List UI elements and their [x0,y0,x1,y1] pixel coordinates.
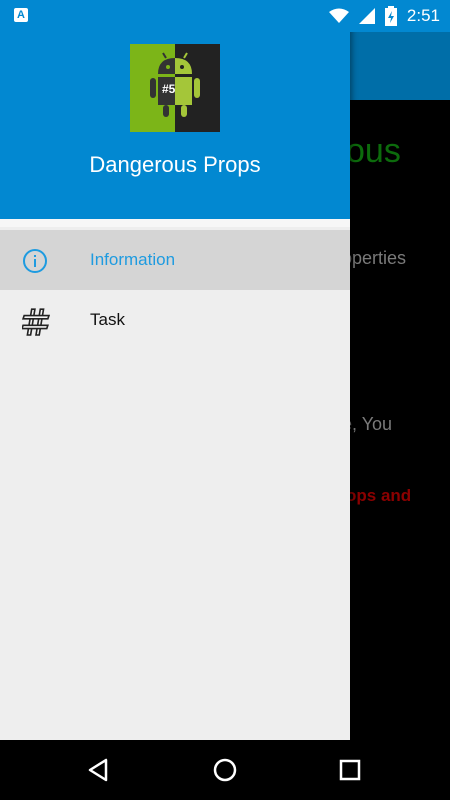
drawer-header: #5 Dangerous Props [0,32,350,219]
wifi-icon [328,8,349,23]
system-nav-bar [0,740,450,800]
recents-button[interactable] [337,757,363,783]
logo-badge-text: #5 [162,82,176,96]
app-logo: #5 [130,44,220,132]
back-button[interactable] [86,757,112,783]
background-title: ous [346,132,401,170]
battery-icon [384,6,397,26]
app-notification-icon: A [14,8,28,22]
menu-item-label: Task [90,310,125,329]
status-time: 2:51 [406,6,440,25]
navigation-drawer: #5 Dangerous Props Information Task [0,0,350,740]
header-divider [0,219,350,227]
menu-item-task[interactable]: Task [0,290,350,350]
drawer-menu: Information Task [0,230,350,350]
background-warning-text: ops and [346,486,412,505]
menu-item-information[interactable]: Information [0,230,350,290]
menu-item-label: Information [90,250,176,269]
drawer-title: Dangerous Props [89,152,261,177]
hash-icon [22,308,50,336]
home-button[interactable] [212,757,238,783]
background-text-line: operties [342,248,407,268]
signal-icon [358,8,375,24]
status-bar: A 2:51 [0,0,450,32]
info-icon [23,249,47,273]
